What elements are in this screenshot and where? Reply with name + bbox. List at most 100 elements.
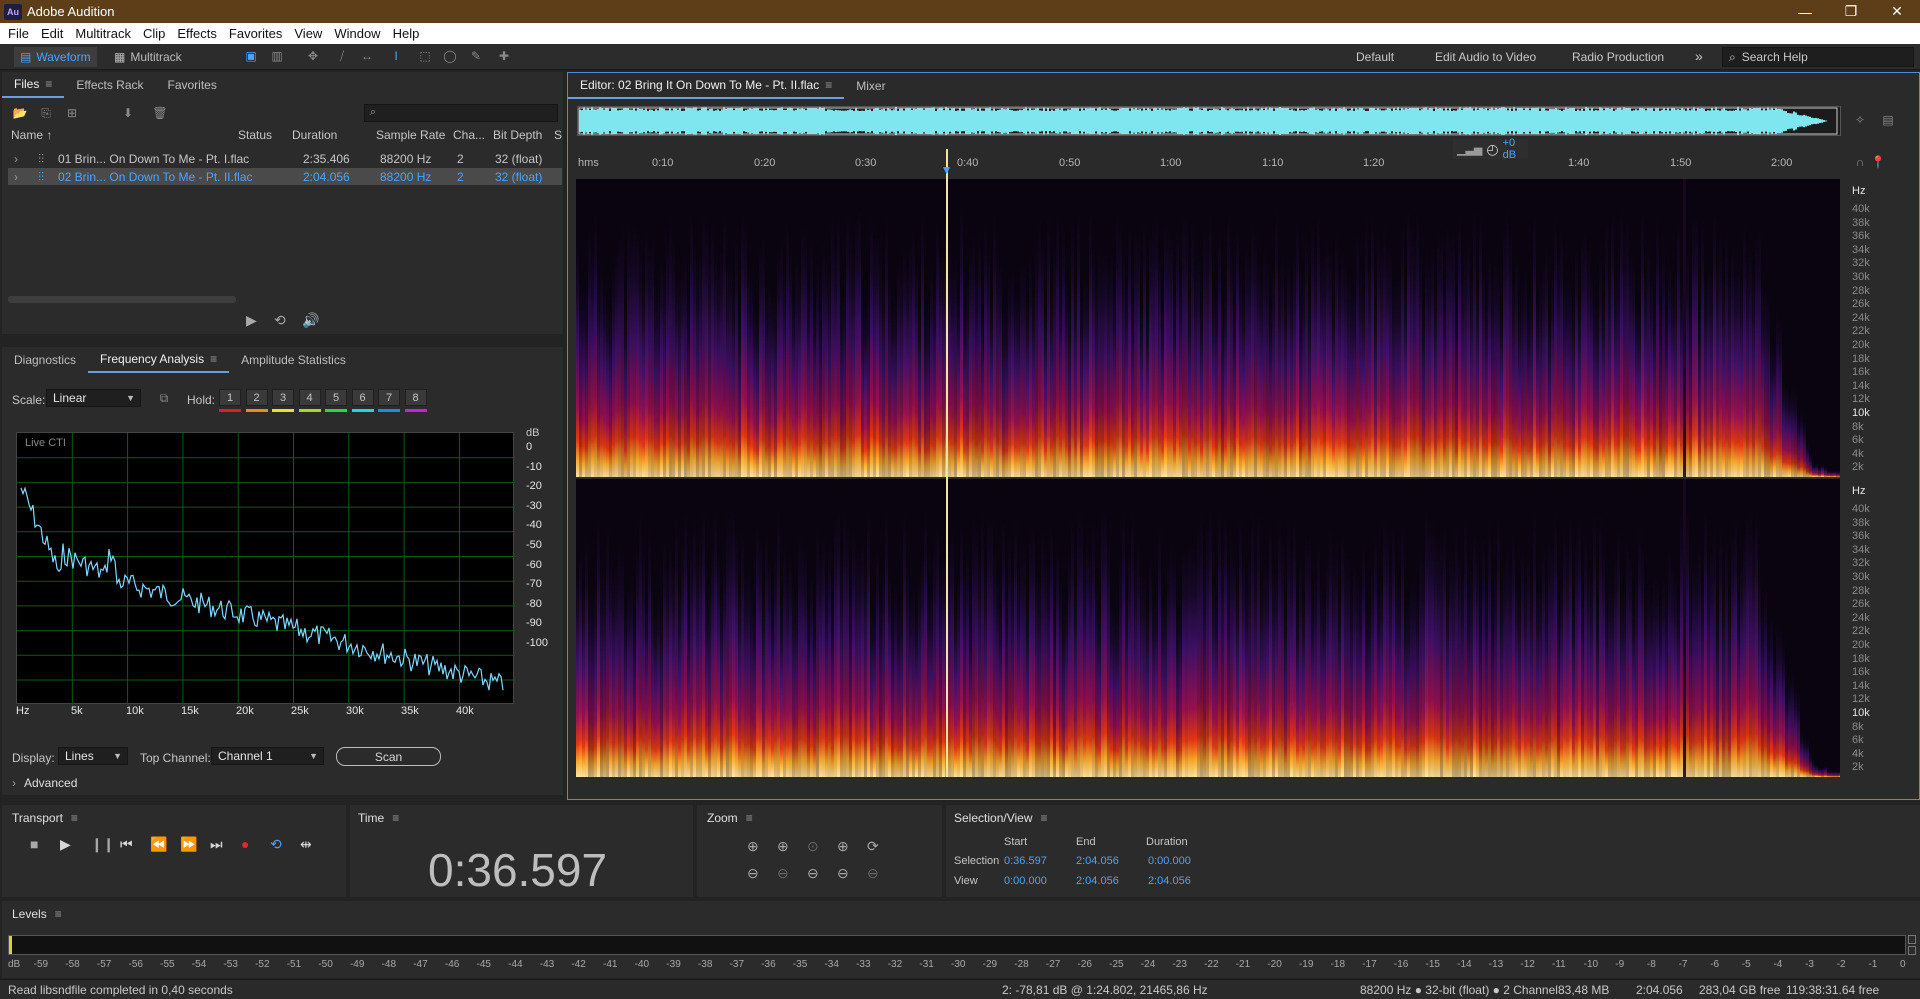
menu-edit[interactable]: Edit — [35, 26, 69, 41]
display-select[interactable]: Lines ▼ — [58, 747, 128, 765]
go-to-start-icon[interactable]: ⏮ — [120, 836, 133, 853]
preview-volume-icon[interactable]: 🔊 — [302, 312, 319, 329]
gain-knob-icon[interactable]: ◴ — [1486, 141, 1498, 158]
loop-playback-icon[interactable]: ⟲ — [270, 836, 282, 853]
razor-tool-icon[interactable]: ⧸ — [334, 49, 350, 63]
scale-select[interactable]: Linear ▼ — [46, 389, 141, 407]
menu-clip[interactable]: Clip — [137, 26, 171, 41]
view-start[interactable]: 0:00.000 — [1004, 875, 1047, 887]
tab-effects-rack[interactable]: Effects Rack — [64, 72, 155, 98]
col-name[interactable]: Name ↑ — [11, 128, 52, 142]
frequency-graph[interactable]: Live CTI — [16, 432, 515, 705]
zoom-selection-icon[interactable]: ⊙ — [807, 838, 819, 855]
workspace-default[interactable]: Default — [1356, 50, 1394, 64]
zoom-out-time-icon[interactable]: ⊖ — [777, 865, 789, 882]
zoom-out-amplitude-icon[interactable]: ⊖ — [747, 865, 759, 882]
hold-button-5[interactable]: 5 — [325, 389, 347, 406]
rewind-icon[interactable]: ⏪ — [150, 836, 167, 853]
open-file-icon[interactable]: 📂 — [12, 106, 28, 120]
copy-graph-icon[interactable]: ⧉ — [156, 391, 172, 405]
spectrogram-channel-1[interactable] — [576, 179, 1842, 478]
import-file-icon[interactable]: ⎘ — [38, 106, 54, 120]
pause-icon[interactable]: ❙❙ — [91, 836, 114, 853]
tab-files[interactable]: Files ≡ — [2, 72, 65, 98]
multitrack-view-button[interactable]: ▦ Multitrack — [108, 47, 188, 67]
hold-button-8[interactable]: 8 — [404, 389, 427, 406]
move-tool-icon[interactable]: ✥ — [305, 49, 321, 63]
record-icon[interactable]: ● — [241, 836, 249, 852]
zoom-out-point-icon[interactable]: ⊖ — [807, 865, 819, 882]
panel-menu-icon[interactable]: ≡ — [71, 811, 78, 825]
clip-indicator-bottom[interactable] — [1908, 946, 1916, 955]
maximize-button[interactable]: ❐ — [1828, 0, 1874, 23]
overview-menu-icon[interactable]: ▤ — [1880, 113, 1896, 127]
go-to-end-icon[interactable]: ⏭ — [210, 836, 223, 853]
preview-loop-icon[interactable]: ⟲ — [274, 312, 286, 329]
hold-button-6[interactable]: 6 — [351, 389, 374, 406]
workspace-edit-audio-to-video[interactable]: Edit Audio to Video — [1435, 50, 1536, 64]
play-icon[interactable]: ▶ — [60, 836, 71, 853]
panel-menu-icon[interactable]: ≡ — [1041, 811, 1048, 825]
selection-duration[interactable]: 0:00.000 — [1148, 855, 1191, 867]
selection-end[interactable]: 2:04.056 — [1076, 855, 1119, 867]
col-duration[interactable]: Duration — [292, 128, 337, 142]
hold-button-3[interactable]: 3 — [272, 389, 294, 406]
tab-editor[interactable]: Editor: 02 Bring It On Down To Me - Pt. … — [568, 73, 845, 99]
zoom-out-full-icon[interactable]: ⊖ — [837, 865, 849, 882]
menu-multitrack[interactable]: Multitrack — [69, 26, 137, 41]
pin-icon[interactable]: 📍 — [1870, 155, 1886, 169]
search-help-field[interactable]: ⌕ Search Help — [1722, 47, 1914, 67]
marquee-tool-icon[interactable]: ⬚ — [417, 49, 433, 63]
preview-play-icon[interactable]: ▶ — [246, 312, 257, 329]
panel-menu-icon[interactable]: ≡ — [392, 811, 399, 825]
files-horizontal-scrollbar[interactable] — [8, 296, 236, 303]
selection-start[interactable]: 0:36.597 — [1004, 855, 1047, 867]
clip-indicator-top[interactable] — [1908, 935, 1916, 944]
menu-favorites[interactable]: Favorites — [223, 26, 288, 41]
zoom-to-fit-icon[interactable]: ⊖ — [867, 865, 879, 882]
level-meter[interactable] — [8, 935, 1906, 955]
delete-icon[interactable]: 🗑 — [152, 106, 168, 120]
hold-button-2[interactable]: 2 — [245, 389, 268, 406]
col-channels[interactable]: Cha... — [453, 128, 485, 142]
overview-bar[interactable] — [577, 106, 1841, 136]
spectral-frequency-icon[interactable]: ▣ — [243, 49, 259, 63]
lasso-tool-icon[interactable]: ◯ — [442, 49, 458, 63]
files-search-input[interactable]: ⌕ — [364, 104, 558, 122]
stop-icon[interactable]: ■ — [30, 836, 38, 852]
tab-mixer[interactable]: Mixer — [844, 73, 897, 99]
file-row[interactable]: › ⫶⫶ 02 Brin... On Down To Me - Pt. II.f… — [8, 168, 562, 185]
hud-gain[interactable]: ▁▃▅ ◴ +0 dB — [1453, 137, 1528, 161]
col-sample-rate[interactable]: Sample Rate — [376, 128, 445, 142]
panel-menu-icon[interactable]: ≡ — [55, 907, 62, 921]
spot-healing-icon[interactable]: ✚ — [496, 49, 512, 63]
advanced-toggle[interactable]: › Advanced — [12, 776, 77, 790]
new-file-icon[interactable]: ⊞ — [64, 106, 80, 120]
zoom-out-full-icon[interactable]: ✧ — [1852, 113, 1868, 127]
menu-window[interactable]: Window — [328, 26, 386, 41]
menu-effects[interactable]: Effects — [171, 26, 223, 41]
top-channel-select[interactable]: Channel 1 ▼ — [211, 747, 324, 765]
minimize-button[interactable]: — — [1782, 0, 1828, 23]
panel-menu-icon[interactable]: ≡ — [210, 352, 217, 366]
playhead-marker-icon[interactable]: ▼ — [941, 163, 953, 177]
snap-icon[interactable]: ∩ — [1852, 155, 1868, 169]
menu-file[interactable]: File — [2, 26, 35, 41]
col-status[interactable]: Status — [238, 128, 272, 142]
more-workspaces-icon[interactable]: » — [1695, 48, 1703, 64]
file-row[interactable]: › ⫶⫶ 01 Brin... On Down To Me - Pt. I.fl… — [8, 150, 562, 167]
workspace-radio-production[interactable]: Radio Production — [1572, 50, 1664, 64]
spectrogram-channel-2[interactable] — [576, 479, 1842, 777]
insert-into-multitrack-icon[interactable]: ⬇ — [120, 106, 136, 120]
tab-amplitude-statistics[interactable]: Amplitude Statistics — [229, 347, 358, 373]
brush-tool-icon[interactable]: ✎ — [468, 49, 484, 63]
tab-favorites[interactable]: Favorites — [156, 72, 229, 98]
playhead[interactable] — [945, 149, 948, 777]
expand-icon[interactable]: › — [14, 152, 18, 166]
slip-tool-icon[interactable]: ↔ — [359, 49, 375, 63]
close-button[interactable]: ✕ — [1874, 0, 1920, 23]
zoom-in-time-icon[interactable]: ⊕ — [777, 838, 789, 855]
fast-forward-icon[interactable]: ⏩ — [180, 836, 197, 853]
zoom-in-point-icon[interactable]: ⊕ — [837, 838, 849, 855]
spectral-pitch-icon[interactable]: ▥ — [269, 49, 285, 63]
